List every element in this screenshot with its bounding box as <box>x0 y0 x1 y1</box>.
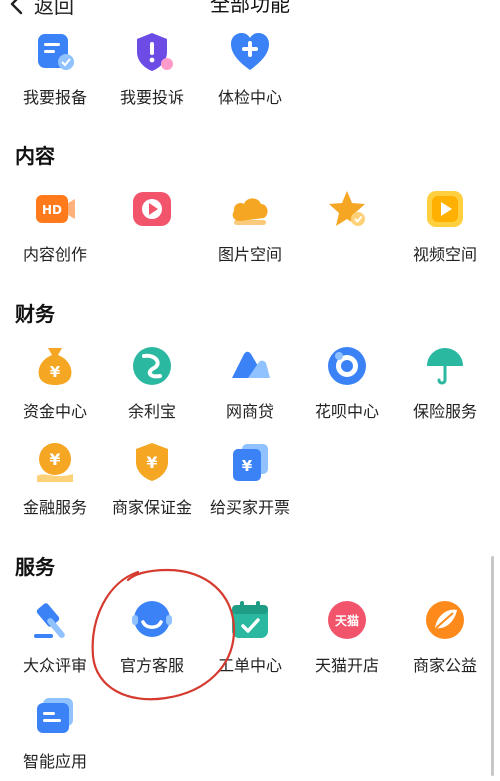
item-buyer-invoice[interactable]: ¥ 给买家开票 <box>205 440 295 518</box>
item-label: 商家公益 <box>412 656 477 675</box>
invoice-icon: ¥ <box>233 444 268 481</box>
item-official-support[interactable]: 官方客服 <box>107 598 197 676</box>
item-label: 花呗中心 <box>314 402 379 421</box>
heart-plus-icon <box>231 33 269 70</box>
item-health-check[interactable]: 体检中心 <box>205 30 295 108</box>
section-title-finance: 财务 <box>15 302 55 326</box>
item-tmall-open-store[interactable]: 天猫 天猫开店 <box>302 598 392 676</box>
item-ticket-center[interactable]: 工单中心 <box>205 598 295 676</box>
item-financial-services[interactable]: ¥ 金融服务 <box>10 440 100 518</box>
item-label: 天猫开店 <box>314 656 379 675</box>
item-complaint[interactable]: 我要投诉 <box>107 30 197 108</box>
svg-text:¥: ¥ <box>49 450 60 469</box>
item-report[interactable]: 我要报备 <box>10 30 100 108</box>
page-title: 全部功能 <box>210 0 290 16</box>
huabei-icon <box>328 347 366 385</box>
top-bar: 返回 全部功能 <box>0 0 500 22</box>
item-label: 图片空间 <box>217 245 282 264</box>
item-content-star[interactable] <box>302 187 392 241</box>
item-image-space[interactable]: 图片空间 <box>205 187 295 265</box>
mountain-wave-icon <box>232 351 270 378</box>
item-label: 余利宝 <box>127 402 176 421</box>
yulibao-swirl-icon <box>133 347 171 385</box>
item-content-video[interactable] <box>107 187 197 241</box>
play-button-icon <box>133 192 171 226</box>
item-label: 智能应用 <box>22 752 87 771</box>
video-play-icon <box>427 191 463 227</box>
star-check-icon <box>329 191 365 226</box>
svg-text:天猫: 天猫 <box>335 613 359 628</box>
item-label: 资金中心 <box>22 402 87 421</box>
leaf-heart-icon <box>426 601 464 639</box>
smart-screen-icon <box>37 698 73 733</box>
section-title-service: 服务 <box>15 555 55 579</box>
calendar-check-icon <box>232 601 268 638</box>
item-merchant-charity[interactable]: 商家公益 <box>400 598 490 676</box>
scrollbar[interactable] <box>491 556 494 776</box>
gavel-icon <box>34 603 65 638</box>
item-label: 大众评审 <box>22 656 87 675</box>
item-public-review[interactable]: 大众评审 <box>10 598 100 676</box>
headset-support-icon <box>132 601 172 637</box>
umbrella-icon <box>427 348 463 385</box>
item-merchant-deposit[interactable]: ¥ 商家保证金 <box>107 440 197 518</box>
item-smart-apps[interactable]: 智能应用 <box>10 694 100 772</box>
item-huabei-center[interactable]: 花呗中心 <box>302 344 392 422</box>
item-yulibao[interactable]: 余利宝 <box>107 344 197 422</box>
item-label: 保险服务 <box>412 402 477 421</box>
item-content-creation[interactable]: HD 内容创作 <box>10 187 100 265</box>
item-video-space[interactable]: 视频空间 <box>400 187 490 265</box>
svg-text:¥: ¥ <box>146 453 157 472</box>
video-camera-hd-icon: HD <box>36 195 75 223</box>
coin-hand-icon: ¥ <box>37 443 73 482</box>
cloud-image-icon <box>232 198 268 225</box>
shield-alert-icon <box>137 33 173 71</box>
tmall-badge-icon: 天猫 <box>328 601 366 639</box>
svg-text:¥: ¥ <box>242 457 253 475</box>
shield-yuan-icon: ¥ <box>136 443 168 481</box>
item-label: 视频空间 <box>412 245 477 264</box>
item-mybank-loan[interactable]: 网商贷 <box>205 344 295 422</box>
svg-text:¥: ¥ <box>50 363 61 381</box>
report-form-icon <box>38 34 74 70</box>
item-fund-center[interactable]: ¥ 资金中心 <box>10 344 100 422</box>
item-label: 金融服务 <box>22 498 87 517</box>
item-label: 工单中心 <box>217 656 282 675</box>
item-label: 我要报备 <box>22 88 87 107</box>
svg-text:HD: HD <box>42 203 62 217</box>
money-bag-icon: ¥ <box>38 348 72 385</box>
item-label: 给买家开票 <box>209 498 290 517</box>
item-label: 官方客服 <box>119 656 184 675</box>
section-title-content: 内容 <box>15 144 55 168</box>
item-label: 商家保证金 <box>111 498 192 517</box>
item-label: 内容创作 <box>22 245 87 264</box>
item-label: 体检中心 <box>217 88 282 107</box>
item-insurance[interactable]: 保险服务 <box>400 344 490 422</box>
item-label: 我要投诉 <box>119 88 184 107</box>
item-label: 网商贷 <box>225 402 274 421</box>
